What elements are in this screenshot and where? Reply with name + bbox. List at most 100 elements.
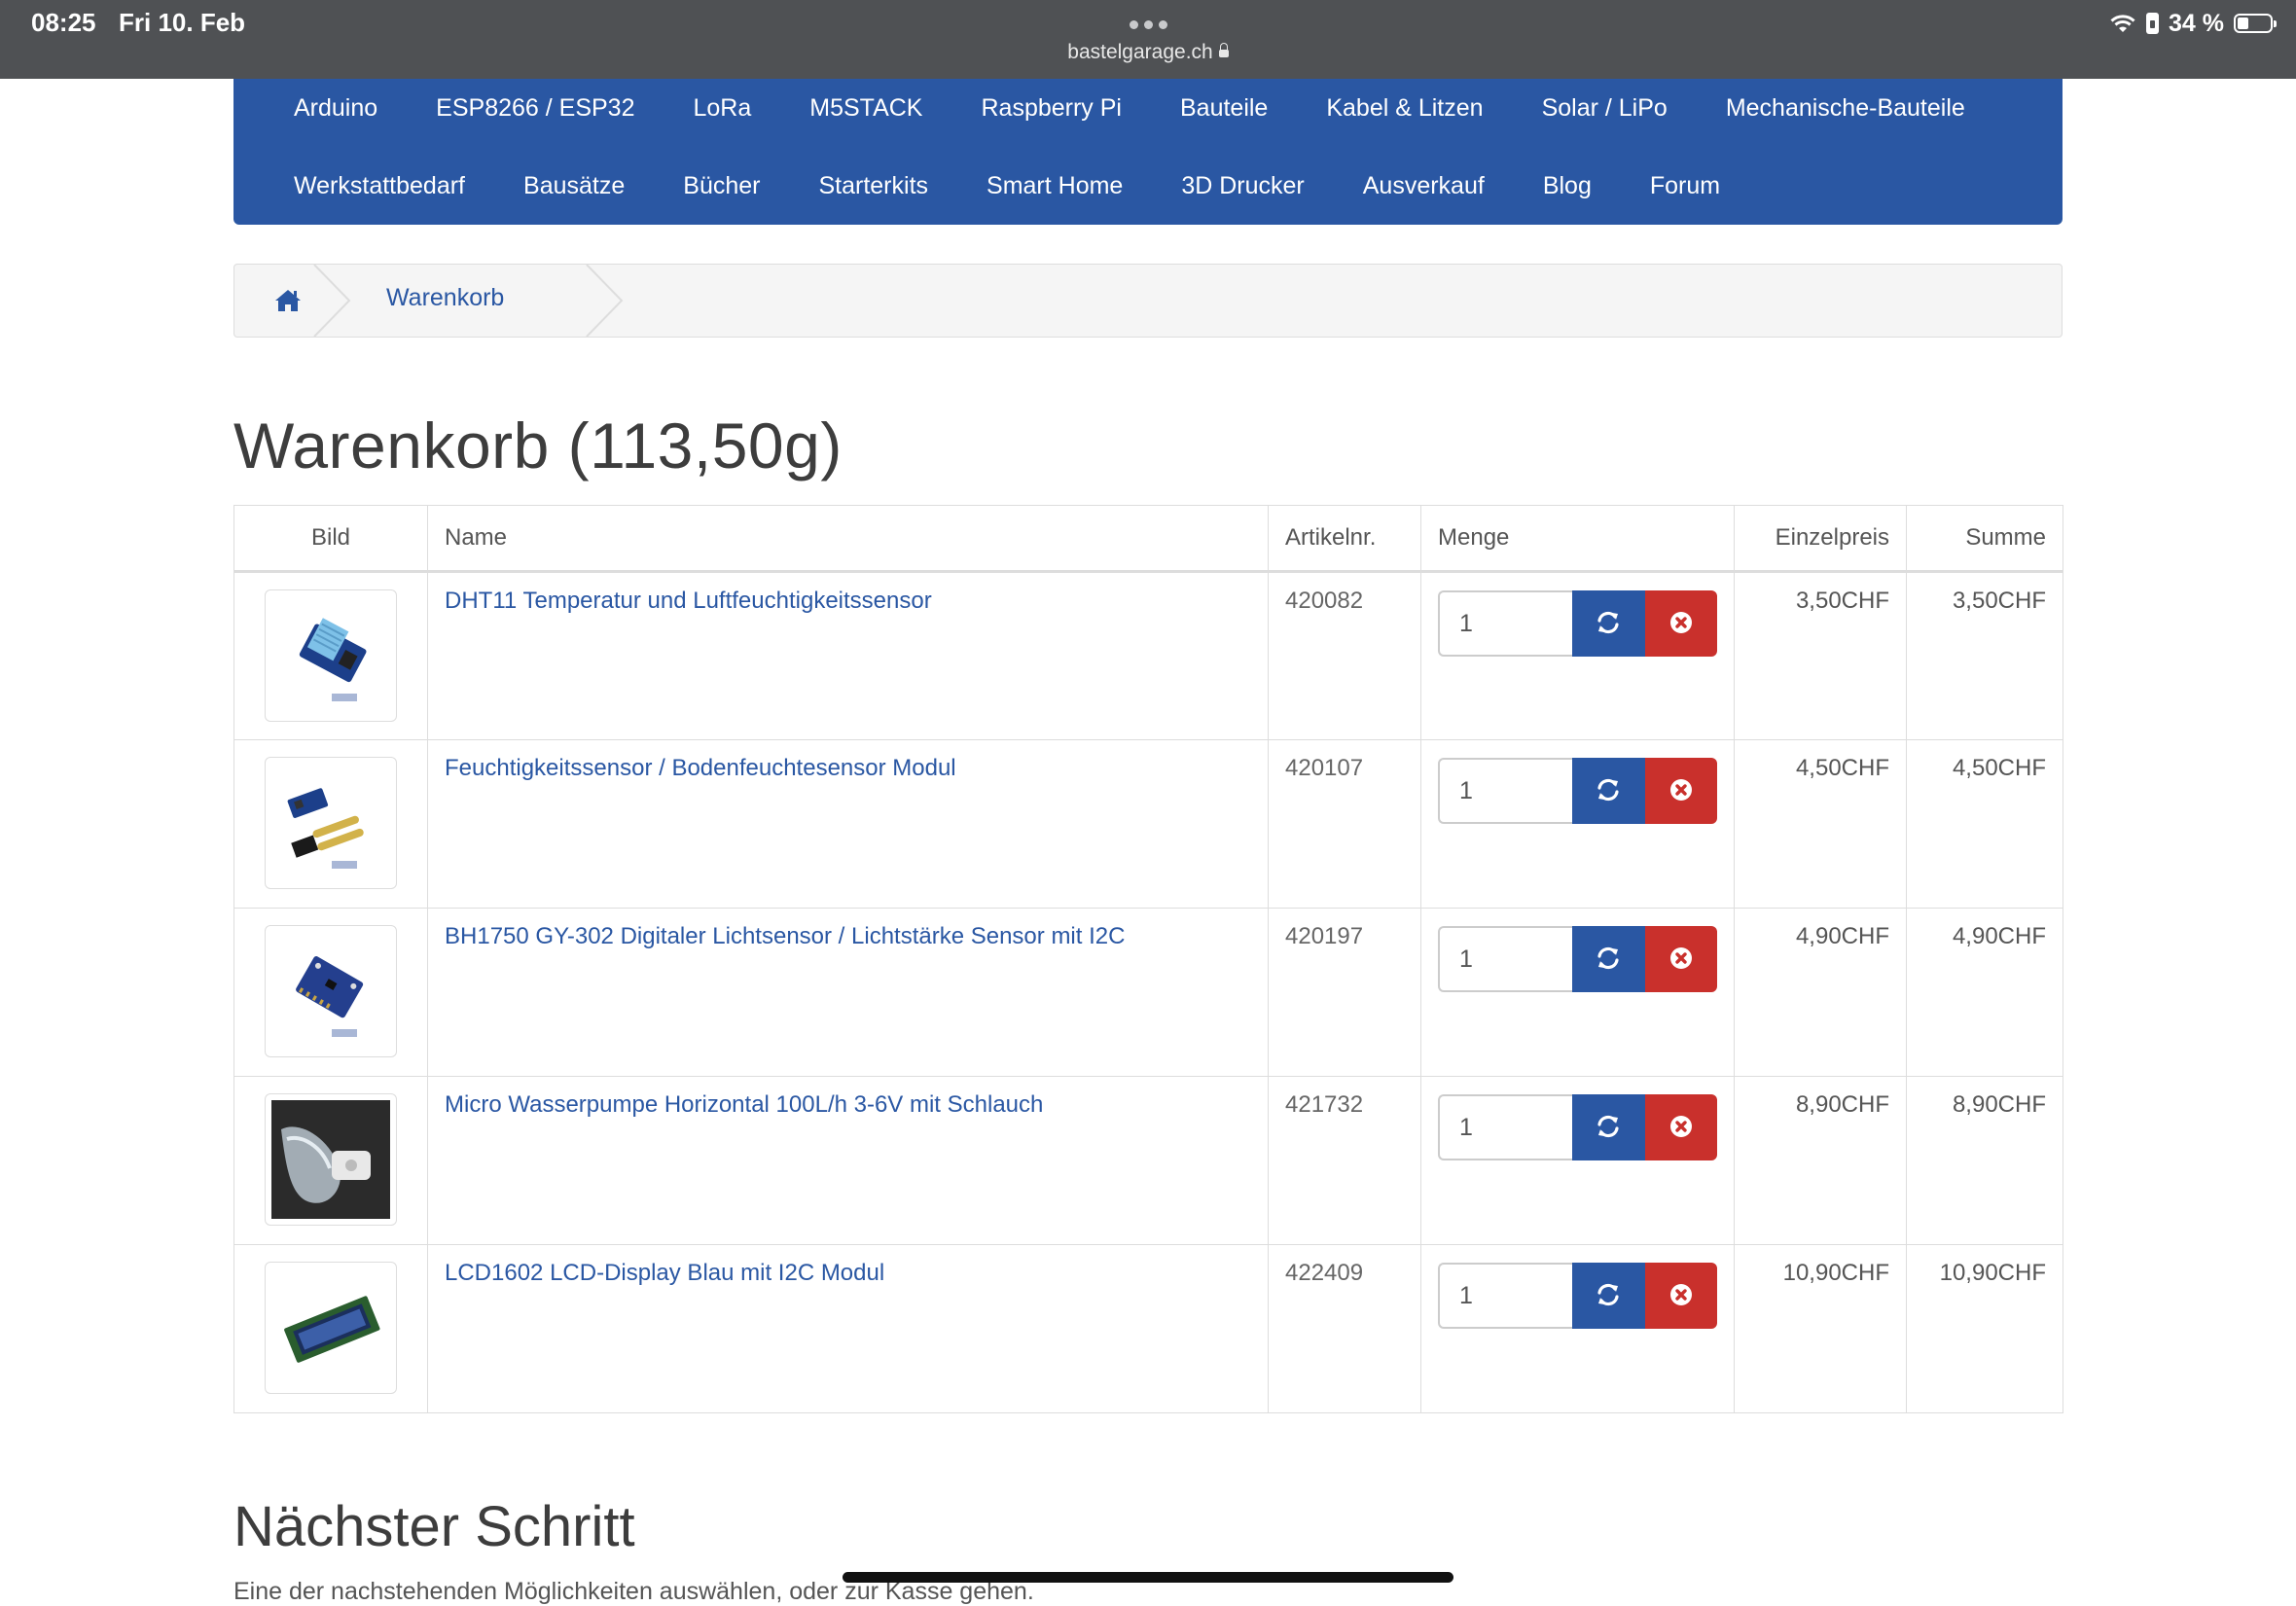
nav-item[interactable]: Smart Home — [987, 166, 1123, 205]
category-nav: Arduino ESP8266 / ESP32 LoRa M5STACK Raspber… — [233, 79, 2063, 225]
cell-menge — [1420, 908, 1735, 1077]
quantity-group — [1438, 590, 1717, 657]
battery-icon — [2234, 14, 2277, 33]
category-nav-row-2: Werkstattbedarf Bausätze Bücher Starterkits… — [294, 166, 1778, 205]
remove-icon — [1668, 1282, 1694, 1310]
quantity-group — [1438, 758, 1717, 824]
product-image[interactable] — [265, 1093, 397, 1226]
nav-item[interactable]: Solar / LiPo — [1542, 89, 1668, 127]
nav-item[interactable]: 3D Drucker — [1181, 166, 1304, 205]
quantity-input[interactable] — [1438, 758, 1572, 824]
cell-bild — [233, 571, 428, 740]
breadcrumb-warenkorb-link[interactable]: Warenkorb — [386, 284, 504, 312]
col-header-bild: Bild — [233, 505, 428, 573]
cell-artikelnr: 420107 — [1268, 739, 1421, 909]
nav-item[interactable]: Starterkits — [818, 166, 928, 205]
remove-icon — [1668, 1114, 1694, 1142]
col-header-artikelnr: Artikelnr. — [1268, 505, 1421, 573]
remove-button[interactable] — [1644, 926, 1717, 992]
col-header-name: Name — [427, 505, 1269, 573]
refresh-button[interactable] — [1572, 926, 1645, 992]
nav-item[interactable]: Bausätze — [523, 166, 625, 205]
nav-item[interactable]: Bauteile — [1180, 89, 1268, 127]
table-row: DHT11 Temperatur und Luftfeuchtigkeitsse… — [233, 571, 2063, 740]
page-title: Warenkorb (113,50g) — [233, 410, 843, 482]
cell-artikelnr: 420082 — [1268, 571, 1421, 740]
address-bar[interactable]: bastelgarage.ch — [0, 41, 2296, 64]
cell-bild — [233, 908, 428, 1077]
nav-item[interactable]: Bücher — [683, 166, 760, 205]
cell-einzelpreis: 4,90CHF — [1734, 908, 1907, 1077]
remove-button[interactable] — [1644, 590, 1717, 657]
cell-name: Micro Wasserpumpe Horizontal 100L/h 3-6V… — [427, 1076, 1269, 1245]
device-lock-icon — [2146, 13, 2160, 34]
refresh-button[interactable] — [1572, 1094, 1645, 1160]
cell-name: DHT11 Temperatur und Luftfeuchtigkeitsse… — [427, 571, 1269, 740]
nav-item[interactable]: LoRa — [693, 89, 751, 127]
product-image[interactable] — [265, 757, 397, 889]
cell-menge — [1420, 1244, 1735, 1413]
remove-icon — [1668, 946, 1694, 974]
home-indicator[interactable] — [843, 1572, 1453, 1583]
quantity-group — [1438, 926, 1717, 992]
product-image[interactable] — [265, 589, 397, 722]
category-nav-row-1: Arduino ESP8266 / ESP32 LoRa M5STACK Raspber… — [294, 89, 2024, 127]
nav-item[interactable]: ESP8266 / ESP32 — [436, 89, 634, 127]
col-header-einzelpreis: Einzelpreis — [1734, 505, 1907, 573]
cell-menge — [1420, 571, 1735, 740]
col-header-menge: Menge — [1420, 505, 1735, 573]
quantity-input[interactable] — [1438, 926, 1572, 992]
battery-fill — [2238, 18, 2248, 29]
product-image[interactable] — [265, 925, 397, 1057]
cell-name: Feuchtigkeitssensor / Bodenfeuchtesensor… — [427, 739, 1269, 909]
product-name-link[interactable]: BH1750 GY-302 Digitaler Lichtsensor / Li… — [445, 923, 1125, 949]
remove-icon — [1668, 777, 1694, 805]
address-url: bastelgarage.ch — [1067, 41, 1213, 63]
quantity-input[interactable] — [1438, 590, 1572, 657]
cell-artikelnr: 420197 — [1268, 908, 1421, 1077]
refresh-icon — [1596, 946, 1621, 974]
refresh-button[interactable] — [1572, 1263, 1645, 1329]
product-name-link[interactable]: Feuchtigkeitssensor / Bodenfeuchtesensor… — [445, 755, 956, 781]
cell-summe: 8,90CHF — [1906, 1076, 2063, 1245]
table-row: Micro Wasserpumpe Horizontal 100L/h 3-6V… — [233, 1076, 2063, 1245]
cell-name: LCD1602 LCD-Display Blau mit I2C Modul — [427, 1244, 1269, 1413]
product-name-link[interactable]: DHT11 Temperatur und Luftfeuchtigkeitsse… — [445, 588, 932, 614]
nav-item[interactable]: Blog — [1543, 166, 1592, 205]
quantity-input[interactable] — [1438, 1263, 1572, 1329]
multitasking-dots-icon[interactable] — [1127, 17, 1170, 34]
nav-item[interactable]: Mechanische-Bauteile — [1726, 89, 1965, 127]
product-image[interactable] — [265, 1262, 397, 1394]
breadcrumb-separator — [586, 265, 624, 337]
nav-item[interactable]: Werkstattbedarf — [294, 166, 465, 205]
cell-bild — [233, 1076, 428, 1245]
product-name-link[interactable]: LCD1602 LCD-Display Blau mit I2C Modul — [445, 1260, 884, 1286]
refresh-icon — [1596, 1114, 1621, 1142]
cart-table-body: DHT11 Temperatur und Luftfeuchtigkeitsse… — [233, 571, 2063, 1413]
refresh-icon — [1596, 610, 1621, 638]
remove-button[interactable] — [1644, 1263, 1717, 1329]
remove-button[interactable] — [1644, 758, 1717, 824]
home-icon[interactable] — [273, 286, 303, 315]
cell-artikelnr: 422409 — [1268, 1244, 1421, 1413]
cell-menge — [1420, 739, 1735, 909]
remove-button[interactable] — [1644, 1094, 1717, 1160]
cell-bild — [233, 1244, 428, 1413]
nav-item[interactable]: Ausverkauf — [1363, 166, 1485, 205]
quantity-input[interactable] — [1438, 1094, 1572, 1160]
cell-einzelpreis: 4,50CHF — [1734, 739, 1907, 909]
cell-einzelpreis: 10,90CHF — [1734, 1244, 1907, 1413]
quantity-group — [1438, 1094, 1717, 1160]
product-name-link[interactable]: Micro Wasserpumpe Horizontal 100L/h 3-6V… — [445, 1091, 1043, 1118]
nav-item[interactable]: Forum — [1650, 166, 1720, 205]
nav-item[interactable]: Kabel & Litzen — [1326, 89, 1483, 127]
refresh-button[interactable] — [1572, 590, 1645, 657]
table-row: Feuchtigkeitssensor / Bodenfeuchtesensor… — [233, 739, 2063, 909]
nav-item[interactable]: Raspberry Pi — [981, 89, 1122, 127]
breadcrumb-separator — [313, 265, 351, 337]
wifi-icon — [2109, 13, 2136, 34]
refresh-button[interactable] — [1572, 758, 1645, 824]
nav-item[interactable]: Arduino — [294, 89, 377, 127]
cell-summe: 3,50CHF — [1906, 571, 2063, 740]
nav-item[interactable]: M5STACK — [809, 89, 922, 127]
